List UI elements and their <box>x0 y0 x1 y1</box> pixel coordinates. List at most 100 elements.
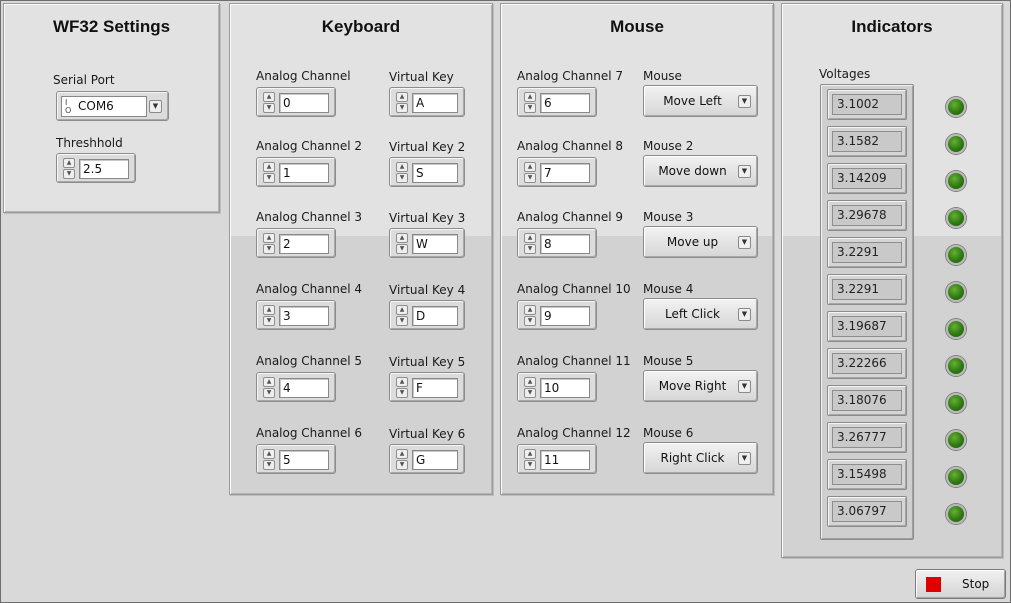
virtual-key-6[interactable]: ▲ ▼ G <box>389 444 465 474</box>
keyboard-channel-1-spinner[interactable]: ▲ ▼ <box>263 92 275 113</box>
keyboard-channel-5-input[interactable]: 4 <box>279 378 329 398</box>
mouse-channel-10-spinner[interactable]: ▲ ▼ <box>524 305 536 326</box>
spin-down-icon[interactable]: ▼ <box>524 173 536 183</box>
mouse-channel-9-input[interactable]: 8 <box>540 234 590 254</box>
spin-down-icon[interactable]: ▼ <box>63 169 75 179</box>
mouse-channel-11-input[interactable]: 10 <box>540 378 590 398</box>
virtual-key-6-input[interactable]: G <box>412 450 458 470</box>
spin-up-icon[interactable]: ▲ <box>263 449 275 459</box>
mouse-action-select-1[interactable]: Move Left ▼ <box>643 85 758 117</box>
spin-down-icon[interactable]: ▼ <box>524 388 536 398</box>
keyboard-channel-4-spinner[interactable]: ▲ ▼ <box>263 305 275 326</box>
spin-up-icon[interactable]: ▲ <box>524 305 536 315</box>
virtual-key-2-input[interactable]: S <box>412 163 458 183</box>
serial-port-field[interactable]: IO COM6 <box>61 96 147 117</box>
virtual-key-4-spinner[interactable]: ▲ ▼ <box>396 305 408 326</box>
mouse-channel-12[interactable]: ▲ ▼ 11 <box>517 444 597 474</box>
mouse-channel-11-spinner[interactable]: ▲ ▼ <box>524 377 536 398</box>
keyboard-channel-3-input[interactable]: 2 <box>279 234 329 254</box>
mouse-channel-10-input[interactable]: 9 <box>540 306 590 326</box>
keyboard-channel-5[interactable]: ▲ ▼ 4 <box>256 372 336 402</box>
mouse-channel-8-spinner[interactable]: ▲ ▼ <box>524 162 536 183</box>
threshold-input[interactable]: 2.5 <box>79 159 129 179</box>
mouse-channel-8[interactable]: ▲ ▼ 7 <box>517 157 597 187</box>
spin-up-icon[interactable]: ▲ <box>396 305 408 315</box>
spin-down-icon[interactable]: ▼ <box>396 103 408 113</box>
chevron-down-icon[interactable]: ▼ <box>149 100 162 113</box>
virtual-key-3[interactable]: ▲ ▼ W <box>389 228 465 258</box>
spin-up-icon[interactable]: ▲ <box>396 92 408 102</box>
threshold-spinner[interactable]: ▲ ▼ <box>63 158 75 179</box>
spin-up-icon[interactable]: ▲ <box>396 162 408 172</box>
chevron-down-icon[interactable]: ▼ <box>738 452 751 465</box>
spin-down-icon[interactable]: ▼ <box>396 388 408 398</box>
mouse-channel-9-spinner[interactable]: ▲ ▼ <box>524 233 536 254</box>
keyboard-channel-2-spinner[interactable]: ▲ ▼ <box>263 162 275 183</box>
spin-down-icon[interactable]: ▼ <box>396 244 408 254</box>
spin-up-icon[interactable]: ▲ <box>263 162 275 172</box>
virtual-key-3-input[interactable]: W <box>412 234 458 254</box>
serial-port-control[interactable]: IO COM6 ▼ <box>56 91 169 121</box>
chevron-down-icon[interactable]: ▼ <box>738 165 751 178</box>
spin-down-icon[interactable]: ▼ <box>263 460 275 470</box>
spin-down-icon[interactable]: ▼ <box>524 244 536 254</box>
stop-button[interactable]: Stop <box>915 569 1006 599</box>
virtual-key-4[interactable]: ▲ ▼ D <box>389 300 465 330</box>
threshold-control[interactable]: ▲ ▼ 2.5 <box>56 153 136 183</box>
mouse-action-select-5[interactable]: Move Right ▼ <box>643 370 758 402</box>
spin-up-icon[interactable]: ▲ <box>263 233 275 243</box>
spin-down-icon[interactable]: ▼ <box>524 316 536 326</box>
virtual-key-5[interactable]: ▲ ▼ F <box>389 372 465 402</box>
keyboard-channel-1[interactable]: ▲ ▼ 0 <box>256 87 336 117</box>
spin-up-icon[interactable]: ▲ <box>263 92 275 102</box>
spin-up-icon[interactable]: ▲ <box>396 449 408 459</box>
virtual-key-6-spinner[interactable]: ▲ ▼ <box>396 449 408 470</box>
keyboard-channel-3-spinner[interactable]: ▲ ▼ <box>263 233 275 254</box>
keyboard-channel-6-spinner[interactable]: ▲ ▼ <box>263 449 275 470</box>
spin-down-icon[interactable]: ▼ <box>524 460 536 470</box>
spin-up-icon[interactable]: ▲ <box>263 377 275 387</box>
spin-up-icon[interactable]: ▲ <box>396 233 408 243</box>
mouse-channel-11[interactable]: ▲ ▼ 10 <box>517 372 597 402</box>
spin-up-icon[interactable]: ▲ <box>524 92 536 102</box>
keyboard-channel-4[interactable]: ▲ ▼ 3 <box>256 300 336 330</box>
virtual-key-2-spinner[interactable]: ▲ ▼ <box>396 162 408 183</box>
mouse-channel-12-spinner[interactable]: ▲ ▼ <box>524 449 536 470</box>
spin-up-icon[interactable]: ▲ <box>263 305 275 315</box>
virtual-key-4-input[interactable]: D <box>412 306 458 326</box>
virtual-key-2[interactable]: ▲ ▼ S <box>389 157 465 187</box>
virtual-key-1-spinner[interactable]: ▲ ▼ <box>396 92 408 113</box>
spin-down-icon[interactable]: ▼ <box>263 316 275 326</box>
mouse-channel-7-input[interactable]: 6 <box>540 93 590 113</box>
spin-down-icon[interactable]: ▼ <box>396 173 408 183</box>
mouse-channel-8-input[interactable]: 7 <box>540 163 590 183</box>
keyboard-channel-3[interactable]: ▲ ▼ 2 <box>256 228 336 258</box>
spin-down-icon[interactable]: ▼ <box>524 103 536 113</box>
virtual-key-5-spinner[interactable]: ▲ ▼ <box>396 377 408 398</box>
mouse-channel-9[interactable]: ▲ ▼ 8 <box>517 228 597 258</box>
mouse-action-select-4[interactable]: Left Click ▼ <box>643 298 758 330</box>
mouse-action-select-6[interactable]: Right Click ▼ <box>643 442 758 474</box>
spin-down-icon[interactable]: ▼ <box>396 316 408 326</box>
spin-down-icon[interactable]: ▼ <box>396 460 408 470</box>
virtual-key-1[interactable]: ▲ ▼ A <box>389 87 465 117</box>
spin-up-icon[interactable]: ▲ <box>524 377 536 387</box>
virtual-key-1-input[interactable]: A <box>412 93 458 113</box>
spin-up-icon[interactable]: ▲ <box>524 162 536 172</box>
chevron-down-icon[interactable]: ▼ <box>738 380 751 393</box>
spin-down-icon[interactable]: ▼ <box>263 103 275 113</box>
keyboard-channel-5-spinner[interactable]: ▲ ▼ <box>263 377 275 398</box>
chevron-down-icon[interactable]: ▼ <box>738 95 751 108</box>
spin-up-icon[interactable]: ▲ <box>524 449 536 459</box>
spin-down-icon[interactable]: ▼ <box>263 244 275 254</box>
mouse-action-select-2[interactable]: Move down ▼ <box>643 155 758 187</box>
keyboard-channel-4-input[interactable]: 3 <box>279 306 329 326</box>
chevron-down-icon[interactable]: ▼ <box>738 236 751 249</box>
keyboard-channel-1-input[interactable]: 0 <box>279 93 329 113</box>
spin-up-icon[interactable]: ▲ <box>396 377 408 387</box>
virtual-key-5-input[interactable]: F <box>412 378 458 398</box>
spin-up-icon[interactable]: ▲ <box>63 158 75 168</box>
keyboard-channel-2[interactable]: ▲ ▼ 1 <box>256 157 336 187</box>
spin-up-icon[interactable]: ▲ <box>524 233 536 243</box>
chevron-down-icon[interactable]: ▼ <box>738 308 751 321</box>
